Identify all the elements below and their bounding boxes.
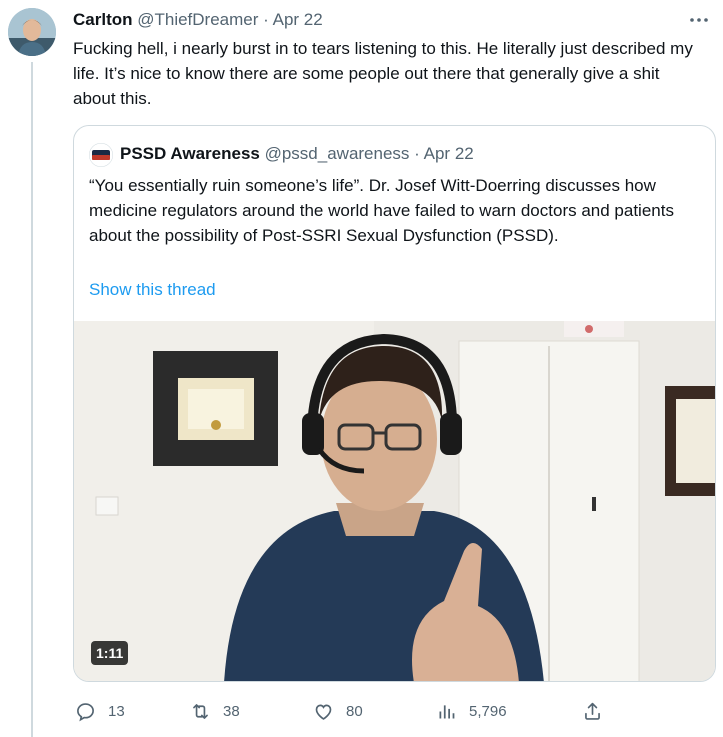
video-duration-badge: 1:11 xyxy=(91,641,129,665)
tweet-actions: 13 38 80 5,796 xyxy=(73,698,703,724)
views-count: 5,796 xyxy=(469,702,507,720)
share-button[interactable] xyxy=(582,698,603,724)
reply-icon xyxy=(77,702,94,721)
tweet-header: Carlton @ThiefDreamer · Apr 22 xyxy=(73,9,323,31)
quote-date[interactable]: Apr 22 xyxy=(424,144,474,163)
quote-author-handle[interactable]: @pssd_awareness xyxy=(265,144,410,163)
thread-line xyxy=(31,62,33,737)
heart-icon xyxy=(315,704,332,720)
show-thread-link[interactable]: Show this thread xyxy=(89,277,216,302)
quote-author-name[interactable]: PSSD Awareness xyxy=(120,144,260,163)
author-handle[interactable]: @ThiefDreamer xyxy=(137,10,258,29)
tweet-date[interactable]: Apr 22 xyxy=(273,10,323,29)
retweet-button[interactable]: 38 xyxy=(190,698,240,724)
retweet-count: 38 xyxy=(223,702,240,720)
like-button[interactable]: 80 xyxy=(313,698,363,724)
quote-header: PSSD Awareness @pssd_awareness · Apr 22 xyxy=(120,143,474,165)
header-separator: · xyxy=(263,10,269,29)
quoted-tweet[interactable]: PSSD Awareness @pssd_awareness · Apr 22 … xyxy=(73,125,716,682)
author-name[interactable]: Carlton xyxy=(73,10,133,29)
quote-text: “You essentially ruin someone’s life”. D… xyxy=(89,176,674,245)
retweet-icon xyxy=(193,703,208,719)
more-options-icon[interactable] xyxy=(687,8,711,32)
reply-button[interactable]: 13 xyxy=(75,698,125,724)
like-count: 80 xyxy=(346,702,363,720)
quote-avatar[interactable] xyxy=(89,143,113,167)
video-thumbnail[interactable] xyxy=(74,321,715,681)
views-chart-icon xyxy=(439,704,455,718)
share-icon xyxy=(585,702,600,720)
reply-count: 13 xyxy=(108,702,125,720)
views-button[interactable]: 5,796 xyxy=(436,698,507,724)
avatar[interactable] xyxy=(8,8,56,56)
tweet-text: Fucking hell, i nearly burst in to tears… xyxy=(73,39,693,108)
quote-separator: · xyxy=(414,144,420,163)
